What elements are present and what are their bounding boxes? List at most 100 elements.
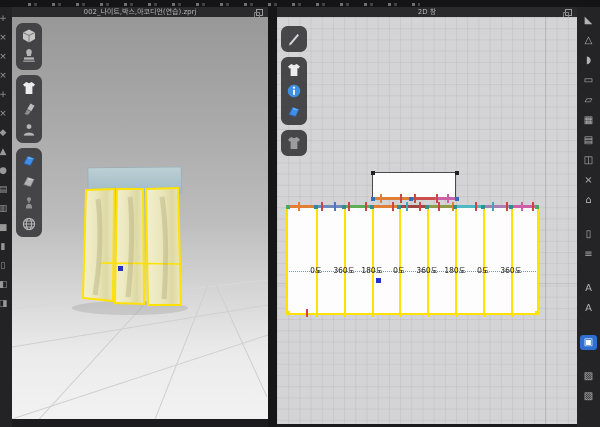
left-tool-icon[interactable]: ▤ [0,184,11,197]
left-tool-icon[interactable]: ● [0,165,11,178]
left-tool-icon[interactable]: × [0,32,11,45]
pattern-point[interactable] [535,205,539,209]
pattern-point[interactable] [342,205,346,209]
float-window-icon[interactable] [256,9,263,16]
fold-line[interactable] [483,207,485,313]
notch-tick [400,194,402,203]
garment-display-icon[interactable] [20,79,38,97]
left-tool-icon[interactable]: × [0,70,11,83]
3d-panel-bottom-edge [12,419,268,427]
transform-pattern-icon[interactable]: ◣ [580,13,597,28]
left-tool-icon[interactable]: ▯ [0,260,11,273]
selected-point-2d[interactable] [376,278,381,283]
internal-shape-icon[interactable]: ▤ [580,133,597,148]
fold-angle-label: 0도 [468,265,498,276]
texture-edit-icon[interactable]: ▨ [580,369,597,384]
pattern-point[interactable] [286,311,290,315]
garment-texture-icon[interactable] [285,134,303,152]
corner-handle[interactable] [455,171,459,175]
mannequin-icon[interactable] [20,194,38,212]
pattern-point[interactable] [371,197,375,201]
pattern-point[interactable] [455,197,459,201]
left-tool-strip[interactable]: + × × × + × ◆ ▲ ● ▤ ▥ ■ ▮ ▯ ◧ ◨ [0,7,12,427]
left-tool-icon[interactable]: ▲ [0,146,11,159]
measure-tool-icon[interactable]: ≡ [580,247,597,262]
print-layout-icon[interactable]: ▧ [580,389,597,404]
sewing-tool-icon[interactable]: ▦ [580,113,597,128]
corner-handle[interactable] [371,171,375,175]
fold-line[interactable] [511,207,513,313]
pattern-point[interactable] [314,205,318,209]
globe-icon[interactable] [20,215,38,233]
pleated-pattern[interactable]: 0도 360도 180도 0도 360도 180도 0도 360도 [286,205,539,315]
edit-pattern-icon[interactable]: △ [580,33,597,48]
pattern-point[interactable] [370,205,374,209]
seam-line[interactable] [399,205,427,208]
left-tool-icon[interactable]: ◧ [0,279,11,292]
fold-angle-label: 360도 [496,265,526,276]
add-point-icon[interactable]: ◗ [580,53,597,68]
left-tool-icon[interactable]: × [0,51,11,64]
pattern-point[interactable] [425,205,429,209]
right-tool-strip[interactable]: ◣ △ ◗ ▭ ▱ ▦ ▤ ◫ × ⌂ ▯ ≡ AA ▣ ▨ ▧ [577,7,600,427]
3d-viewport[interactable] [12,17,268,427]
pen-tool-icon[interactable] [285,30,303,48]
left-tool-icon[interactable]: ◨ [0,298,11,311]
fold-line[interactable] [316,207,318,313]
pattern-point[interactable] [409,197,413,201]
dart-tool-icon[interactable]: ◫ [580,153,597,168]
left-tool-icon[interactable]: ■ [0,222,11,235]
cut-sew-icon[interactable]: × [580,173,597,188]
pattern-point[interactable] [481,205,485,209]
fold-line[interactable] [399,207,401,313]
pattern-point[interactable] [397,205,401,209]
fold-line[interactable] [344,207,346,313]
notch-tick [392,202,394,211]
2d-viewport[interactable]: 0도 360도 180도 0도 360도 180도 0도 360도 [277,17,577,427]
render-mode-icon[interactable] [20,27,38,45]
selected-point-3d[interactable] [118,266,123,271]
menu-bar[interactable] [0,0,600,7]
2d-window-title-bar[interactable]: 2D 창 [277,7,577,17]
seam-line[interactable] [373,197,411,200]
seam-line[interactable] [427,205,455,208]
pattern-point[interactable] [453,205,457,209]
pattern-annotation-icon[interactable]: A [580,301,597,316]
fold-line-3d[interactable] [101,263,180,264]
panel-divider[interactable] [268,7,277,427]
left-tool-icon[interactable]: + [0,13,11,26]
left-tool-icon[interactable]: ◆ [0,127,11,140]
text-tool-icon[interactable]: A [580,281,597,296]
pattern-point[interactable] [535,311,539,315]
fold-arrangement-icon[interactable]: ▣ [580,335,597,350]
3d-toolbar-group-3 [16,148,42,237]
polygon-tool-icon[interactable]: ▱ [580,93,597,108]
avatar-icon[interactable] [20,121,38,139]
seam-line[interactable] [288,205,316,208]
fabric-icon[interactable] [20,173,38,191]
left-tool-icon[interactable]: ▮ [0,241,11,254]
fabric-active-icon[interactable] [20,152,38,170]
fold-line[interactable] [372,207,374,313]
left-tool-icon[interactable]: + [0,89,11,102]
pattern-point[interactable] [509,205,513,209]
fold-line[interactable] [455,207,457,313]
avatar-display-icon[interactable] [20,48,38,66]
seam-line[interactable] [372,205,399,208]
seam-line[interactable] [455,205,483,208]
pleats-tool-icon[interactable]: ▯ [580,227,597,242]
trace-tool-icon[interactable]: ⌂ [580,193,597,208]
left-tool-icon[interactable]: × [0,108,11,121]
waistband-pattern[interactable] [372,172,456,200]
garment-display-icon[interactable] [285,61,303,79]
fold-line[interactable] [427,207,429,313]
pattern-point[interactable] [286,205,290,209]
garment-texture-icon[interactable] [20,100,38,118]
fabric-icon[interactable] [285,103,303,121]
rectangle-tool-icon[interactable]: ▭ [580,73,597,88]
left-tool-icon[interactable]: ▥ [0,203,11,216]
seam-line[interactable] [435,197,457,200]
info-icon[interactable] [285,82,303,100]
float-window-icon[interactable] [565,9,572,16]
3d-window-title-bar[interactable]: 002_나이트,박스,아코디언(연습).zprj [12,7,268,17]
